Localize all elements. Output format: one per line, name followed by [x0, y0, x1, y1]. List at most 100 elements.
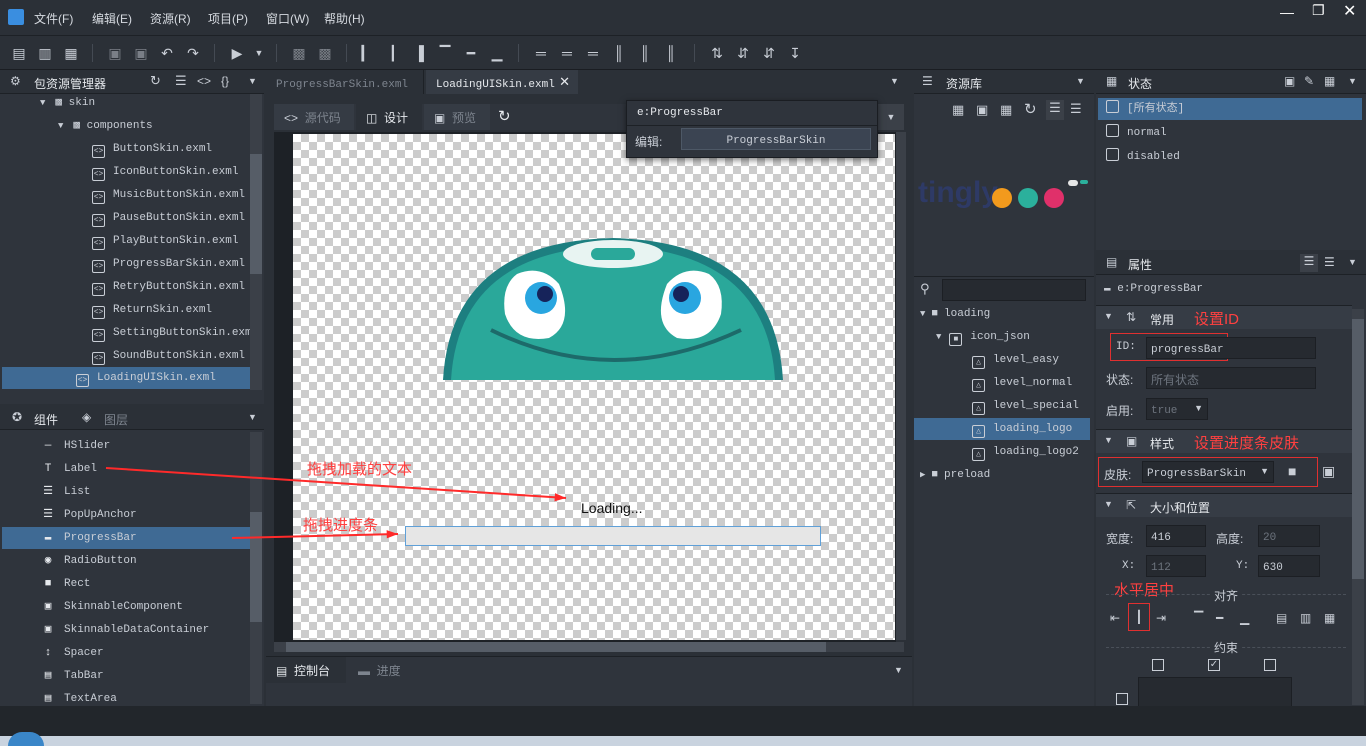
minimize-button[interactable]: — [1280, 4, 1294, 20]
align-right-icon[interactable]: ▐ [410, 44, 428, 62]
grid-icon[interactable]: ▦ [952, 102, 964, 118]
constraint-bottom-left-checkbox[interactable] [1116, 693, 1128, 705]
tree-file-item[interactable]: <> IconButtonSkin.exml [92, 161, 238, 183]
canvas-h-scrollbar[interactable] [274, 642, 904, 652]
tab-components[interactable]: 组件 [34, 411, 58, 428]
tree-file-item[interactable]: <> SettingButtonSkin.exml [92, 322, 258, 344]
new-skin-icon[interactable]: ▣ [1322, 463, 1335, 480]
state-item-normal[interactable]: normal [1098, 122, 1167, 144]
panel-menu-icon[interactable]: ▼ [1348, 257, 1357, 267]
braces-icon[interactable]: {} [221, 74, 229, 88]
category-view-icon[interactable]: ☰ [1300, 254, 1318, 272]
ungroup-icon[interactable]: ▩ [316, 44, 334, 62]
list-icon[interactable]: ☰ [175, 73, 187, 89]
align-top-edge-icon[interactable]: ▔ [1194, 611, 1203, 625]
distribute-left-icon[interactable]: ║ [610, 44, 628, 62]
menu-edit[interactable]: 编辑(E) [92, 10, 132, 27]
distribute-right-icon[interactable]: ║ [662, 44, 680, 62]
component-item[interactable]: — HSlider [2, 435, 250, 457]
constraint-right-checkbox[interactable] [1264, 659, 1276, 671]
align-bottom-icon[interactable]: ▁ [488, 44, 506, 62]
tree-file-item[interactable]: <> MusicButtonSkin.exml [92, 184, 245, 206]
refresh-icon[interactable]: ↻ [1024, 100, 1037, 118]
tab-layers[interactable]: 图层 [104, 411, 128, 428]
console-menu-icon[interactable]: ▼ [894, 665, 903, 675]
arrange-icon-4[interactable]: ↧ [786, 44, 804, 62]
res-folder-icon-json[interactable]: ▼ ■ icon_json [936, 326, 1030, 348]
tree-file-item[interactable]: <> ButtonSkin.exml [92, 138, 212, 160]
tab-console[interactable]: ▤ 控制台 [266, 657, 346, 683]
panel-menu-icon[interactable]: ▼ [1348, 76, 1357, 86]
tree-file-item[interactable]: <> RetryButtonSkin.exml [92, 276, 245, 298]
constraint-center-checkbox[interactable]: ✓ [1208, 659, 1220, 671]
delete-state-icon[interactable]: ▦ [1324, 74, 1335, 88]
component-item[interactable]: ▬ ProgressBar [2, 527, 250, 549]
close-window-button[interactable]: ✕ [1343, 1, 1356, 21]
component-item[interactable]: ☰ List [2, 481, 250, 503]
skin-select[interactable]: ProgressBarSkin ▼ [1142, 461, 1274, 483]
tree-folder-skin[interactable]: ▼ ▩ skin [40, 92, 95, 114]
arrange-icon-2[interactable]: ⇵ [734, 44, 752, 62]
resource-item[interactable]: △ loading_logo [914, 418, 1090, 440]
run-icon[interactable]: ▶ [228, 44, 246, 62]
tree-file-item[interactable]: <> PauseButtonSkin.exml [92, 207, 245, 229]
menu-file[interactable]: 文件(F) [34, 10, 73, 27]
distribute-top-icon[interactable]: ═ [532, 44, 550, 62]
component-item[interactable]: ▣ SkinnableDataContainer [2, 619, 250, 641]
component-item[interactable]: ▣ SkinnableComponent [2, 596, 250, 618]
delete-icon[interactable]: ▦ [1000, 102, 1012, 118]
editor-tab-active[interactable]: LoadingUISkin.exml ✕ [426, 70, 578, 94]
fill-width-icon[interactable]: ▤ [1276, 611, 1287, 625]
x-input[interactable]: 112 [1146, 555, 1206, 577]
edit-state-icon[interactable]: ✎ [1304, 74, 1314, 88]
constraint-left-checkbox[interactable] [1152, 659, 1164, 671]
canvas-progressbar[interactable] [405, 526, 821, 546]
canvas-loading-label[interactable]: Loading... [581, 500, 643, 516]
tree-folder-components[interactable]: ▼ ▩ components [58, 115, 153, 137]
align-left-icon[interactable]: ▎ [358, 44, 376, 62]
enabled-select[interactable]: true ▼ [1146, 398, 1208, 420]
close-tab-icon[interactable]: ✕ [559, 74, 570, 90]
section-common[interactable]: ▼ ⇅ 常用 设置ID [1096, 305, 1352, 329]
component-item[interactable]: ↕ Spacer [2, 642, 250, 664]
resource-item[interactable]: △ level_normal [914, 372, 1090, 394]
component-item[interactable]: ▤ TabBar [2, 665, 250, 687]
align-bottom-edge-icon[interactable]: ▁ [1240, 611, 1249, 625]
arrange-icon-1[interactable]: ⇅ [708, 44, 726, 62]
menu-resource[interactable]: 资源(R) [150, 10, 191, 27]
preview-mode-button[interactable]: ▣ 预览 [424, 104, 490, 130]
align-hcenter-highlight[interactable]: ┃ [1128, 603, 1150, 631]
tree-file-item[interactable]: <> PlayButtonSkin.exml [92, 230, 238, 252]
undo-icon[interactable]: ↶ [158, 44, 176, 62]
res-folder-loading[interactable]: ▼ ■ loading [920, 303, 990, 325]
component-item[interactable]: T Label [2, 458, 250, 480]
tab-progress[interactable]: ▬ 进度 [350, 657, 420, 683]
save-icon[interactable]: ▣ [106, 44, 124, 62]
state-item-all[interactable]: [所有状态] [1098, 98, 1362, 120]
package-scrollbar[interactable] [250, 94, 262, 390]
design-mode-button[interactable]: ◫ 设计 [356, 104, 422, 130]
section-size[interactable]: ▼ ⇱ 大小和位置 [1096, 493, 1352, 517]
new-file-icon[interactable]: ▥ [36, 44, 54, 62]
list-view-icon[interactable]: ☰ [1324, 255, 1335, 269]
res-folder-preload[interactable]: ▶ ■ preload [920, 464, 990, 486]
distribute-hcenter-icon[interactable]: ║ [636, 44, 654, 62]
menu-window[interactable]: 窗口(W) [266, 10, 309, 27]
resource-search-input[interactable] [942, 279, 1086, 301]
height-input[interactable]: 20 [1258, 525, 1320, 547]
start-button[interactable] [8, 732, 44, 746]
save-all-icon[interactable]: ▣ [132, 44, 150, 62]
component-item[interactable]: ■ Rect [2, 573, 250, 595]
zoom-dropdown[interactable]: ▼ [878, 104, 904, 130]
panel-menu-icon[interactable]: ▼ [248, 76, 257, 86]
distribute-bottom-icon[interactable]: ═ [584, 44, 602, 62]
maximize-button[interactable]: ❐ [1312, 2, 1325, 19]
new-project-icon[interactable]: ▤ [10, 44, 28, 62]
sync-icon[interactable]: ↻ [498, 107, 511, 125]
tree-file-selected[interactable]: <> LoadingUISkin.exml [2, 367, 250, 389]
redo-icon[interactable]: ↷ [184, 44, 202, 62]
browse-folder-icon[interactable]: ■ [1288, 463, 1296, 479]
state-input[interactable]: 所有状态 [1146, 367, 1316, 389]
section-style[interactable]: ▼ ▣ 样式 设置进度条皮肤 [1096, 429, 1352, 453]
align-left-edge-icon[interactable]: ⇤ [1110, 611, 1120, 625]
